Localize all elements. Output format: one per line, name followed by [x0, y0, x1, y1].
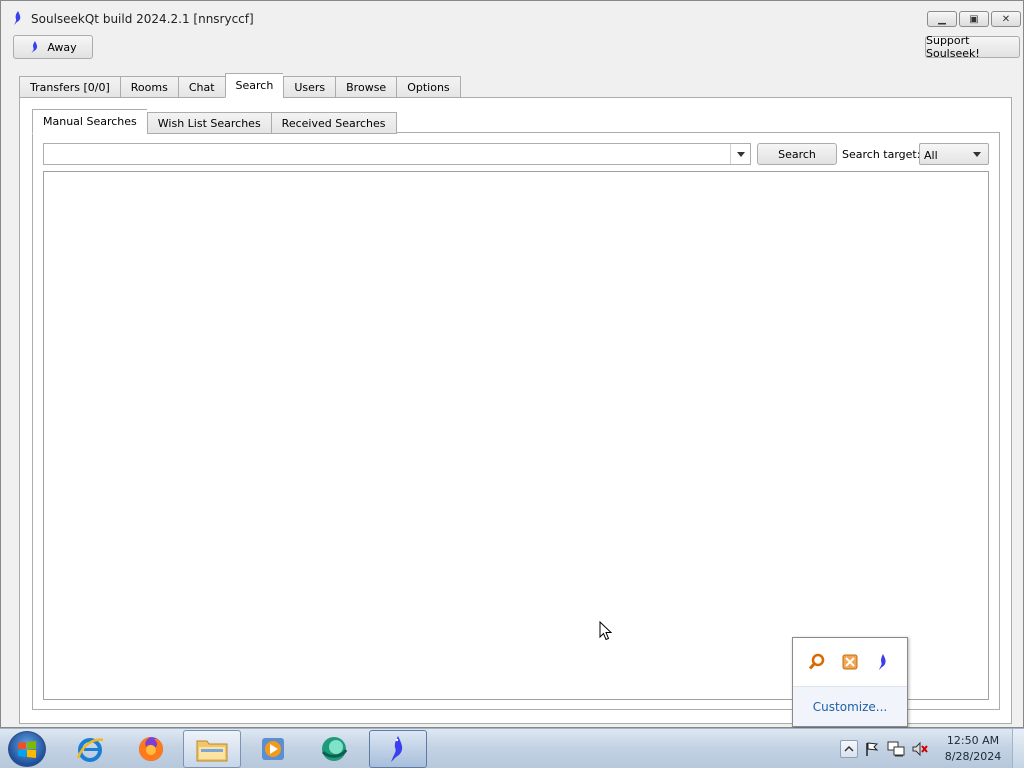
search-sub-tab-bar: Manual Searches Wish List Searches Recei… — [32, 109, 397, 134]
title-bar[interactable]: SoulseekQt build 2024.2.1 [nnsryccf] ▁ ▣… — [1, 1, 1023, 34]
overflow-icons — [793, 638, 907, 686]
maximize-button[interactable]: ▣ — [959, 11, 989, 27]
tab-options[interactable]: Options — [396, 76, 461, 98]
search-button[interactable]: Search — [757, 143, 837, 165]
search-target-select[interactable]: All — [919, 143, 989, 165]
browser-globe-icon[interactable] — [305, 730, 363, 768]
search-target-value: All — [924, 149, 938, 162]
support-label: Support Soulseek! — [926, 34, 980, 60]
clock-time: 12:50 AM — [946, 734, 1000, 747]
popup-footer: Customize... — [793, 686, 907, 726]
clock-date: 8/28/2024 — [944, 750, 1002, 763]
chevron-down-icon — [973, 152, 981, 157]
tab-search[interactable]: Search — [224, 73, 284, 98]
tab-transfers[interactable]: Transfers [0/0] — [19, 76, 120, 98]
tab-label: Users — [294, 80, 326, 94]
close-icon: ✕ — [1001, 13, 1011, 25]
tab-browse[interactable]: Browse — [335, 76, 397, 98]
tab-received-searches[interactable]: Received Searches — [270, 112, 397, 134]
tab-label: Received Searches — [281, 116, 386, 130]
tab-wish-list-searches[interactable]: Wish List Searches — [146, 112, 271, 134]
window-title: SoulseekQt build 2024.2.1 [nnsryccf] — [31, 12, 254, 26]
internet-explorer-icon[interactable] — [61, 730, 119, 768]
search-button-label: Search — [778, 147, 816, 161]
away-label: Away — [47, 40, 77, 54]
firefox-icon[interactable] — [122, 730, 180, 768]
restore-icon: ▣ — [969, 13, 979, 25]
show-desktop-button[interactable] — [1012, 729, 1024, 768]
soulseek-bird-icon[interactable] — [874, 653, 892, 671]
media-player-icon[interactable] — [244, 730, 302, 768]
tab-users[interactable]: Users — [283, 76, 336, 98]
tab-manual-searches[interactable]: Manual Searches — [32, 109, 147, 134]
tab-label: Manual Searches — [43, 115, 137, 128]
show-hidden-icons-button[interactable] — [840, 740, 858, 758]
tab-label: Search — [235, 79, 274, 92]
file-explorer-icon[interactable] — [183, 730, 241, 768]
search-magnifier-icon[interactable] — [808, 653, 826, 671]
minimize-icon: ▁ — [938, 13, 946, 25]
tab-label: Browse — [346, 80, 387, 94]
search-query-combobox[interactable] — [43, 143, 751, 165]
system-tray — [840, 730, 934, 768]
taskbar: 12:50 AM 8/28/2024 — [0, 728, 1024, 768]
search-input[interactable] — [44, 144, 730, 164]
customize-link[interactable]: Customize... — [813, 700, 887, 714]
tab-label: Transfers [0/0] — [30, 80, 110, 94]
chevron-down-icon — [736, 151, 745, 157]
taskbar-clock[interactable]: 12:50 AM 8/28/2024 — [938, 733, 1008, 765]
close-button[interactable]: ✕ — [991, 11, 1021, 27]
search-results-area[interactable] — [43, 171, 989, 700]
volume-muted-icon[interactable] — [910, 739, 930, 759]
soulseek-app-icon — [14, 11, 21, 25]
support-soulseek-button[interactable]: Support Soulseek! — [925, 34, 1020, 60]
mouse-cursor-icon — [599, 621, 613, 641]
tab-label: Options — [407, 80, 450, 94]
tab-chat[interactable]: Chat — [177, 76, 225, 98]
tab-rooms[interactable]: Rooms — [119, 76, 178, 98]
search-history-dropdown[interactable] — [730, 144, 750, 164]
tab-label: Wish List Searches — [157, 116, 261, 130]
windows-logo-icon — [18, 741, 36, 758]
soulseek-icon[interactable] — [369, 730, 427, 768]
action-center-flag-icon[interactable] — [862, 739, 882, 759]
away-button[interactable]: Away — [13, 35, 93, 59]
start-button[interactable] — [8, 731, 46, 767]
network-icon[interactable] — [886, 739, 906, 759]
notification-overflow-popup: Customize... — [792, 637, 908, 727]
chevron-up-icon — [844, 745, 854, 752]
main-tab-bar: Transfers [0/0] Rooms Chat Search Users … — [19, 73, 461, 98]
tab-label: Rooms — [130, 80, 168, 94]
tab-label: Chat — [188, 80, 215, 94]
minimize-button[interactable]: ▁ — [927, 11, 957, 27]
x-box-icon[interactable] — [841, 653, 859, 671]
soulseek-bird-icon — [31, 41, 38, 53]
search-target-label: Search target: — [842, 148, 921, 161]
